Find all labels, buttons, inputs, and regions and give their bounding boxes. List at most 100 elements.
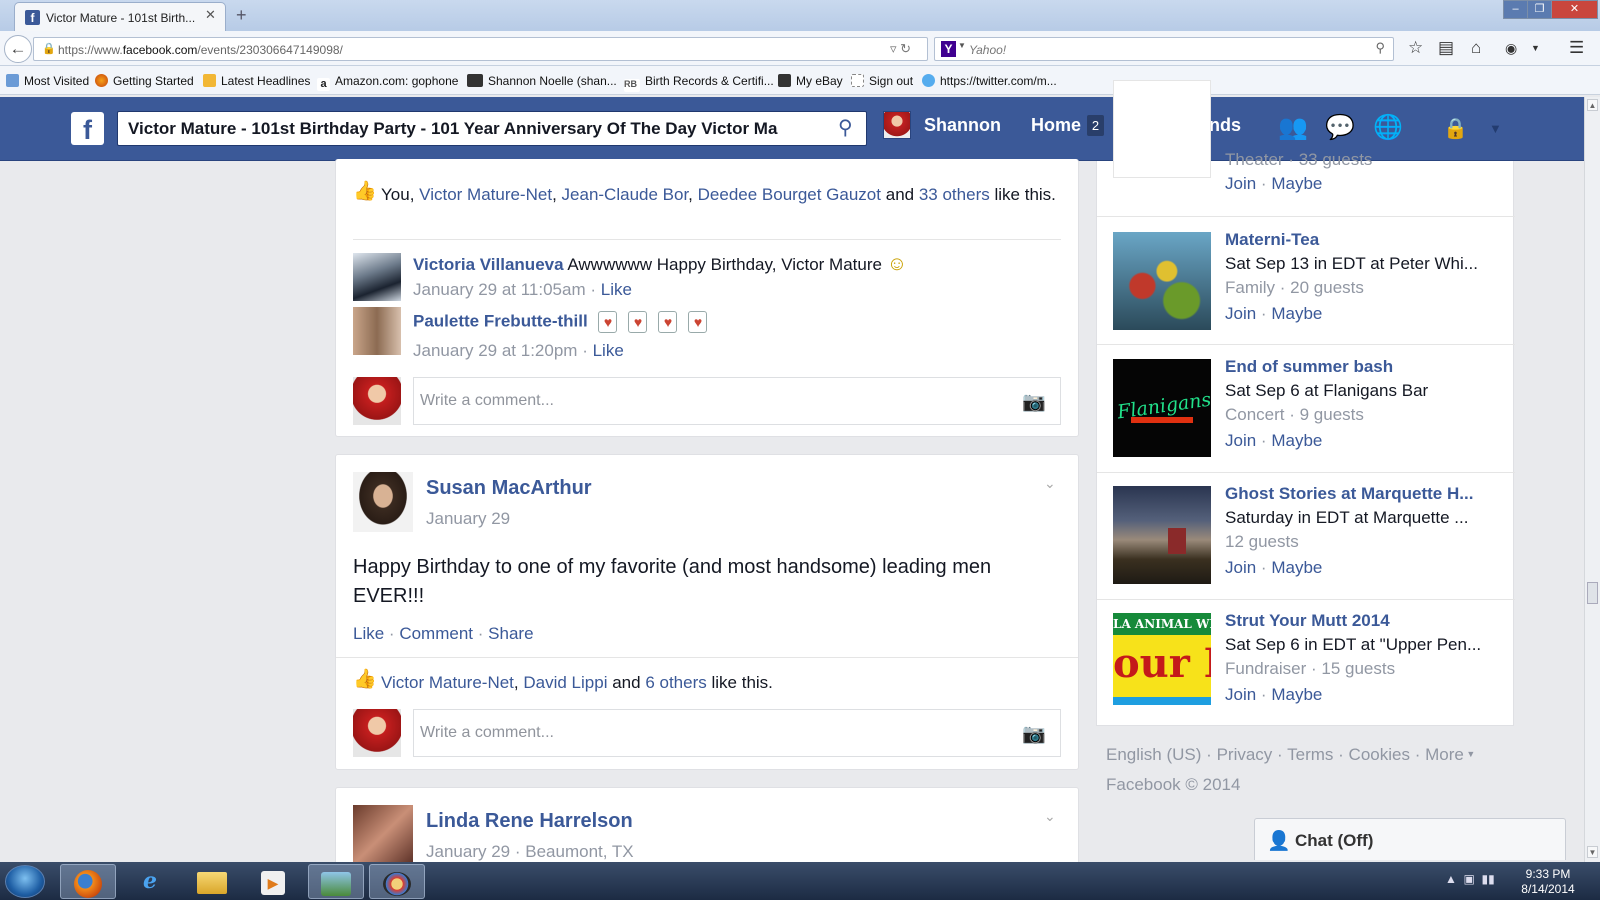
bookmark-getting-started[interactable]: Getting Started	[95, 74, 194, 88]
paint-taskbar-icon[interactable]	[369, 864, 425, 899]
join-button[interactable]: Join	[1225, 304, 1256, 323]
comment-input[interactable]: Write a comment... 📷	[413, 377, 1061, 425]
bookmark-my-ebay[interactable]: My eBay	[778, 74, 843, 88]
comment-like-link[interactable]: Like	[593, 341, 624, 360]
search-icon[interactable]: ⚲	[838, 115, 853, 140]
page-scrollbar[interactable]: ▲ ▼	[1584, 97, 1600, 863]
bookmark-most-visited[interactable]: Most Visited	[6, 74, 89, 88]
share-button[interactable]: Share	[488, 624, 533, 643]
comment-input[interactable]: Write a comment... 📷	[413, 709, 1061, 757]
minimize-window-button[interactable]: ‒	[1503, 0, 1528, 19]
bookmarks-list-icon[interactable]: ▤	[1438, 38, 1454, 58]
user-avatar[interactable]	[883, 111, 911, 139]
maybe-button[interactable]: Maybe	[1271, 558, 1322, 577]
commenter-avatar[interactable]	[353, 253, 401, 301]
chevron-down-icon[interactable]: ⌄	[1044, 808, 1056, 825]
home-icon[interactable]: ⌂	[1471, 38, 1481, 58]
comment-author[interactable]: Paulette Frebutte-thill	[413, 311, 588, 330]
liker-link[interactable]: Victor Mature-Net	[419, 185, 552, 204]
bookmark-birth-records[interactable]: RB Birth Records & Certifi...	[624, 74, 774, 92]
event-title[interactable]: Strut Your Mutt 2014	[1225, 609, 1510, 633]
chat-button[interactable]: 👤 Chat (Off)	[1254, 818, 1566, 860]
scroll-up-arrow-icon[interactable]: ▲	[1587, 99, 1598, 111]
people-app-taskbar-icon[interactable]	[308, 864, 364, 899]
search-icon[interactable]: ⚲	[1375, 40, 1385, 56]
facebook-logo-icon[interactable]: f	[71, 112, 104, 145]
home-link[interactable]: Home	[1031, 115, 1081, 136]
maybe-button[interactable]: Maybe	[1271, 304, 1322, 323]
event-title[interactable]: Ghost Stories at Marquette H...	[1225, 482, 1510, 506]
bookmark-shannon-noelle[interactable]: Shannon Noelle (shan...	[467, 74, 617, 88]
extension-icon[interactable]: ◉	[1505, 40, 1517, 57]
others-link[interactable]: 33 others	[919, 185, 990, 204]
facebook-search-input[interactable]: Victor Mature - 101st Birthday Party - 1…	[117, 111, 867, 146]
new-tab-button[interactable]: +	[236, 5, 247, 26]
bookmark-twitter[interactable]: https://twitter.com/m...	[922, 74, 1057, 88]
scrollbar-thumb[interactable]	[1587, 582, 1598, 604]
post-date[interactable]: January 29	[426, 842, 510, 861]
reload-icon[interactable]: ▿ ↻	[890, 41, 911, 57]
camera-icon[interactable]: 📷	[1022, 722, 1046, 746]
liker-link[interactable]: Jean-Claude Bor	[562, 185, 689, 204]
like-button[interactable]: Like	[353, 624, 384, 643]
event-image[interactable]	[1113, 232, 1211, 330]
footer-link-privacy[interactable]: Privacy	[1217, 745, 1273, 764]
comment-time[interactable]: January 29 at 1:20pm	[413, 341, 577, 360]
bookmark-sign-out[interactable]: Sign out	[851, 74, 913, 88]
close-window-button[interactable]: ✕	[1551, 0, 1598, 19]
post-author[interactable]: Susan MacArthur	[426, 477, 592, 500]
join-button[interactable]: Join	[1225, 174, 1256, 193]
menu-icon[interactable]: ☰	[1569, 38, 1584, 58]
chevron-down-icon[interactable]: ⌄	[1044, 475, 1056, 492]
system-clock[interactable]: 9:33 PM 8/14/2014	[1513, 867, 1583, 897]
event-image[interactable]: Flanigans	[1113, 359, 1211, 457]
internet-explorer-taskbar-icon[interactable]: e	[122, 864, 178, 899]
post-author[interactable]: Linda Rene Harrelson	[426, 810, 633, 833]
file-explorer-taskbar-icon[interactable]	[184, 864, 240, 899]
chevron-down-icon[interactable]: ▼	[958, 41, 966, 50]
join-button[interactable]: Join	[1225, 685, 1256, 704]
yahoo-logo-icon[interactable]: Y	[941, 41, 956, 57]
event-image[interactable]	[1113, 80, 1211, 178]
firefox-taskbar-icon[interactable]	[60, 864, 116, 899]
comment-like-link[interactable]: Like	[601, 280, 632, 299]
event-title[interactable]: End of summer bash	[1225, 355, 1510, 379]
others-link[interactable]: 6 others	[645, 673, 706, 692]
event-image[interactable]	[1113, 486, 1211, 584]
maximize-window-button[interactable]: ❐	[1527, 0, 1552, 19]
close-tab-icon[interactable]: ✕	[205, 7, 216, 23]
post-author-avatar[interactable]	[353, 472, 413, 532]
footer-link-terms[interactable]: Terms	[1287, 745, 1333, 764]
maybe-button[interactable]: Maybe	[1271, 431, 1322, 450]
bookmark-amazon[interactable]: a Amazon.com: gophone	[317, 74, 458, 91]
liker-link[interactable]: David Lippi	[523, 673, 607, 692]
bookmark-star-icon[interactable]: ☆	[1408, 38, 1423, 58]
footer-link-more[interactable]: More	[1425, 745, 1464, 764]
browser-tab[interactable]: f Victor Mature - 101st Birth...	[14, 2, 226, 31]
bookmark-latest-headlines[interactable]: Latest Headlines	[203, 74, 310, 88]
liker-link[interactable]: Deedee Bourget Gauzot	[698, 185, 881, 204]
comment-author[interactable]: Victoria Villanueva	[413, 255, 564, 274]
maybe-button[interactable]: Maybe	[1271, 685, 1322, 704]
profile-link[interactable]: Shannon	[924, 115, 1001, 136]
camera-icon[interactable]: 📷	[1022, 390, 1046, 414]
liker-link[interactable]: Victor Mature-Net	[381, 673, 514, 692]
commenter-avatar[interactable]	[353, 307, 401, 355]
footer-link-cookies[interactable]: Cookies	[1349, 745, 1410, 764]
maybe-button[interactable]: Maybe	[1271, 174, 1322, 193]
start-button[interactable]	[5, 865, 45, 898]
system-tray-icons[interactable]: ▲ ▣ ▮▮	[1445, 872, 1495, 886]
post-date[interactable]: January 29	[426, 509, 510, 529]
post-location[interactable]: Beaumont, TX	[525, 842, 633, 861]
comment-button[interactable]: Comment	[399, 624, 473, 643]
footer-link-language[interactable]: English (US)	[1106, 745, 1201, 764]
post-author-avatar[interactable]	[353, 805, 413, 865]
address-bar[interactable]: 🔒 https://www.facebook.com/events/230306…	[33, 37, 928, 61]
event-title[interactable]: Materni-Tea	[1225, 228, 1510, 252]
chevron-down-icon[interactable]: ▼	[1531, 43, 1540, 53]
event-image[interactable]: LA ANIMAL WE our Mu	[1113, 613, 1211, 711]
scroll-down-arrow-icon[interactable]: ▼	[1587, 846, 1598, 858]
join-button[interactable]: Join	[1225, 431, 1256, 450]
media-player-taskbar-icon[interactable]: ▶	[245, 864, 301, 899]
join-button[interactable]: Join	[1225, 558, 1256, 577]
